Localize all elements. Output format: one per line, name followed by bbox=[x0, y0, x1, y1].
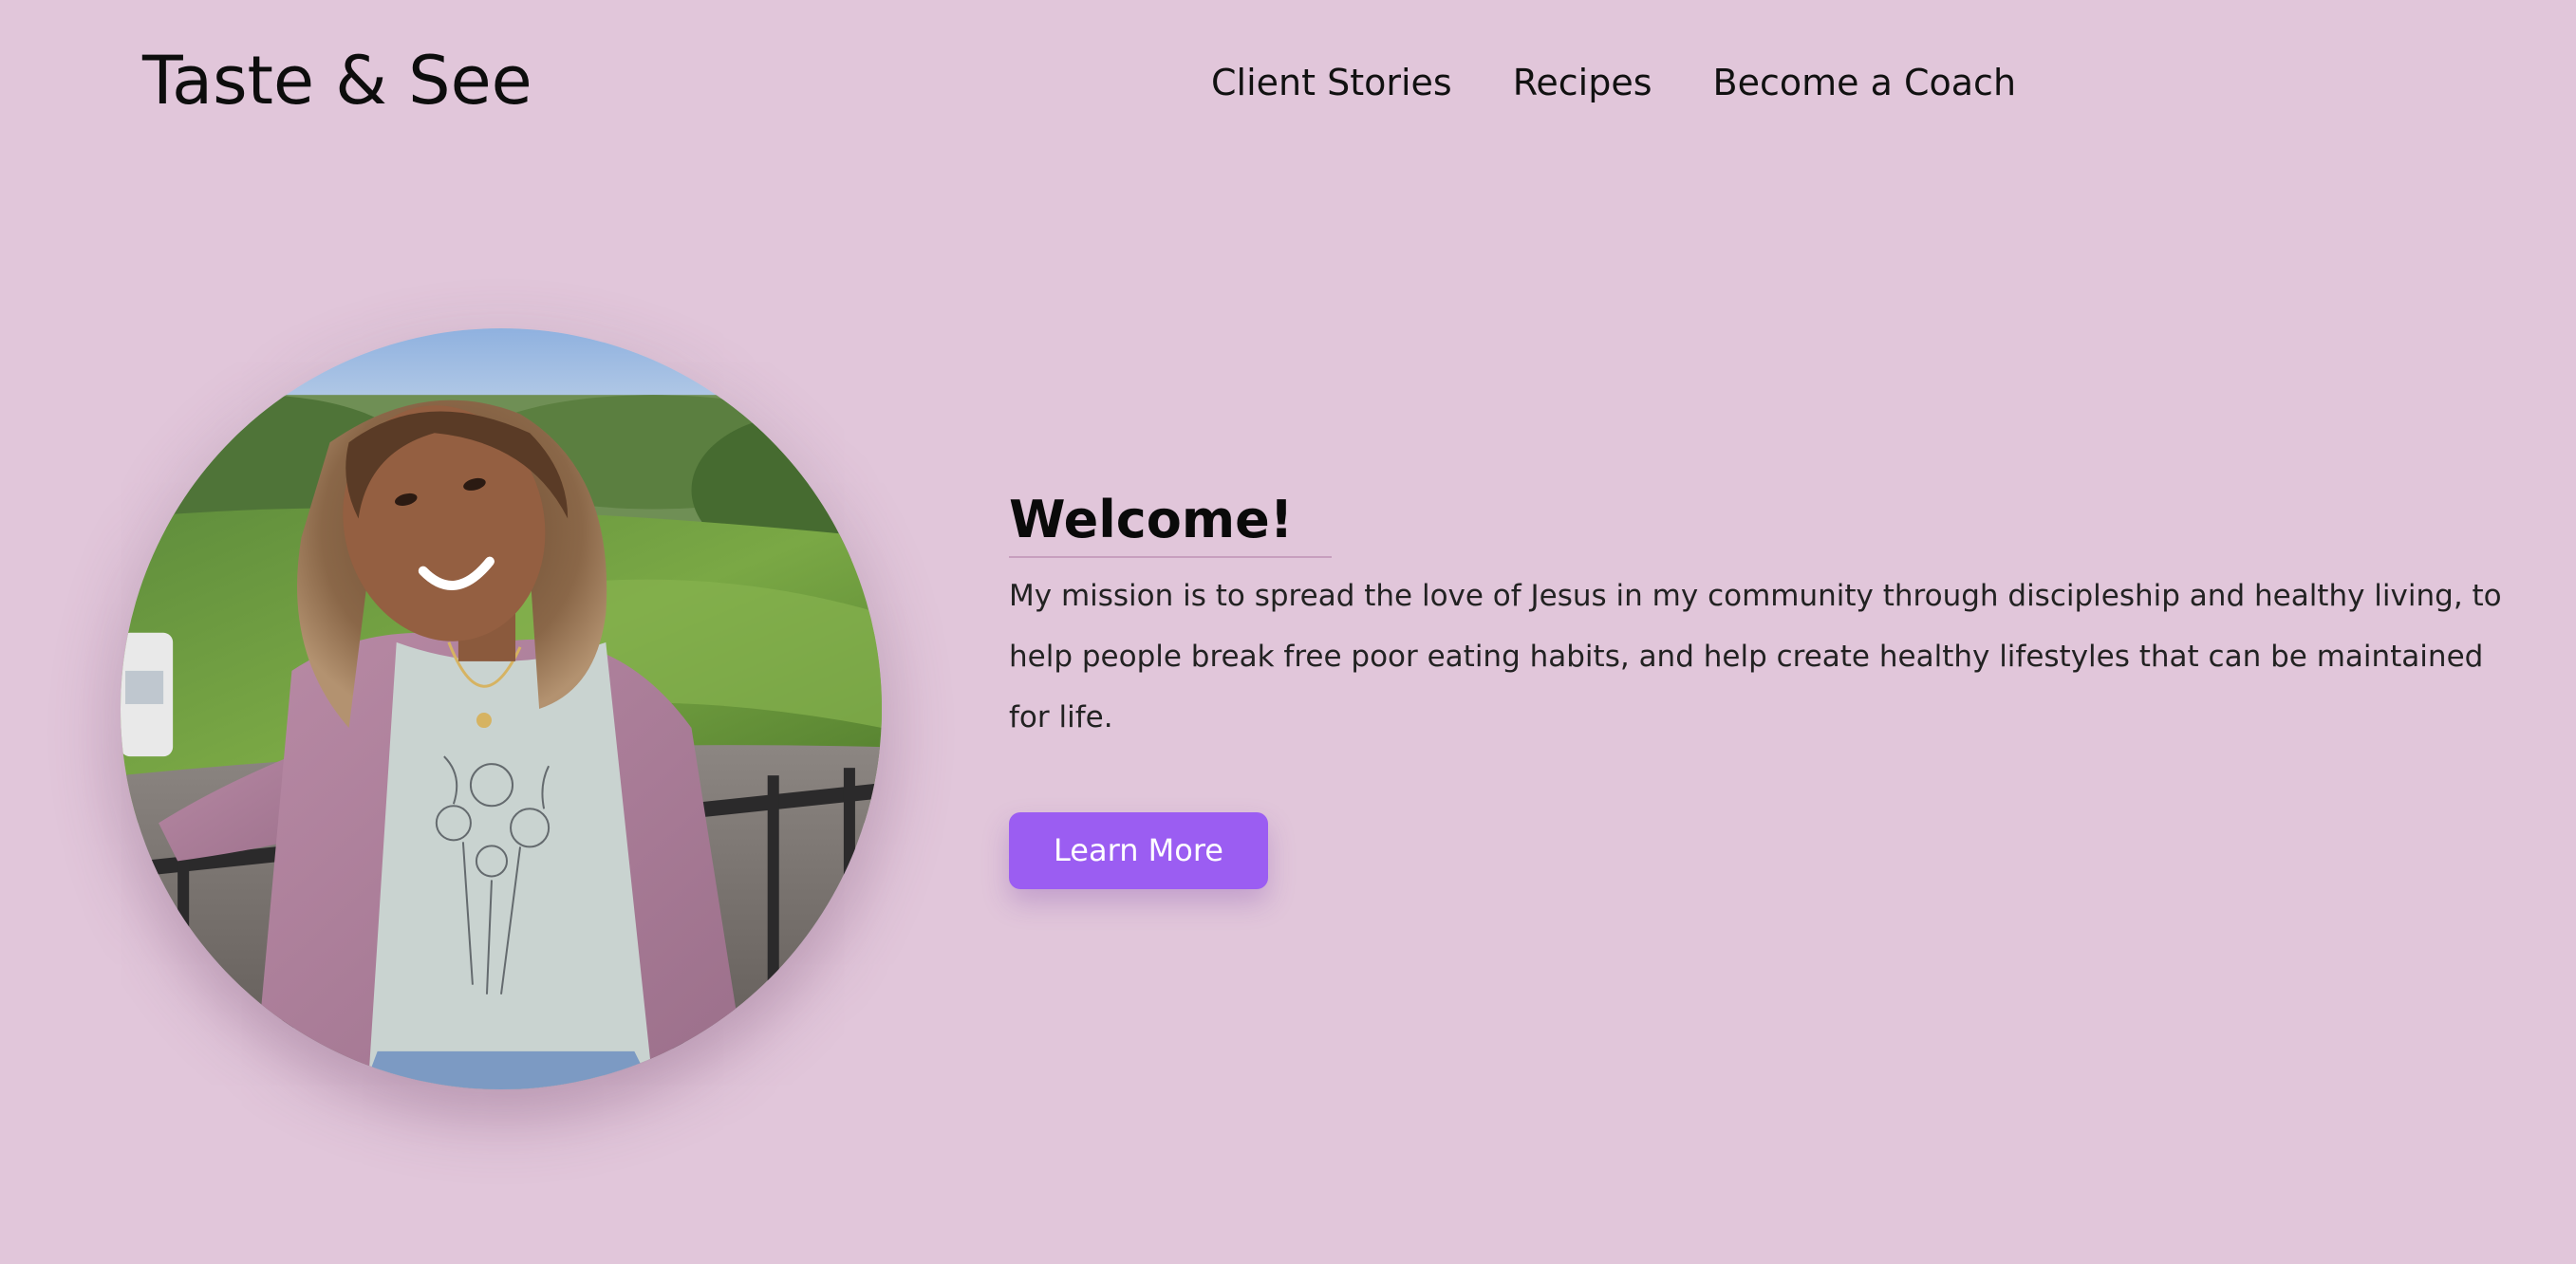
page: Taste & See Client Stories Recipes Becom… bbox=[0, 0, 2576, 1264]
brand-logo[interactable]: Taste & See bbox=[142, 38, 532, 123]
welcome-section: Welcome! My mission is to spread the lov… bbox=[1009, 482, 2528, 889]
profile-photo bbox=[121, 328, 882, 1089]
nav-link-client-stories[interactable]: Client Stories bbox=[1211, 59, 1452, 106]
mission-text: My mission is to spread the love of Jesu… bbox=[1009, 579, 2502, 734]
profile-photo-illustration bbox=[121, 328, 882, 1089]
learn-more-button[interactable]: Learn More bbox=[1009, 812, 1268, 889]
nav-link-recipes[interactable]: Recipes bbox=[1513, 59, 1652, 106]
nav-link-become-a-coach[interactable]: Become a Coach bbox=[1713, 59, 2016, 106]
welcome-heading: Welcome! bbox=[1009, 490, 1294, 549]
main-nav: Client Stories Recipes Become a Coach bbox=[1211, 59, 2016, 106]
